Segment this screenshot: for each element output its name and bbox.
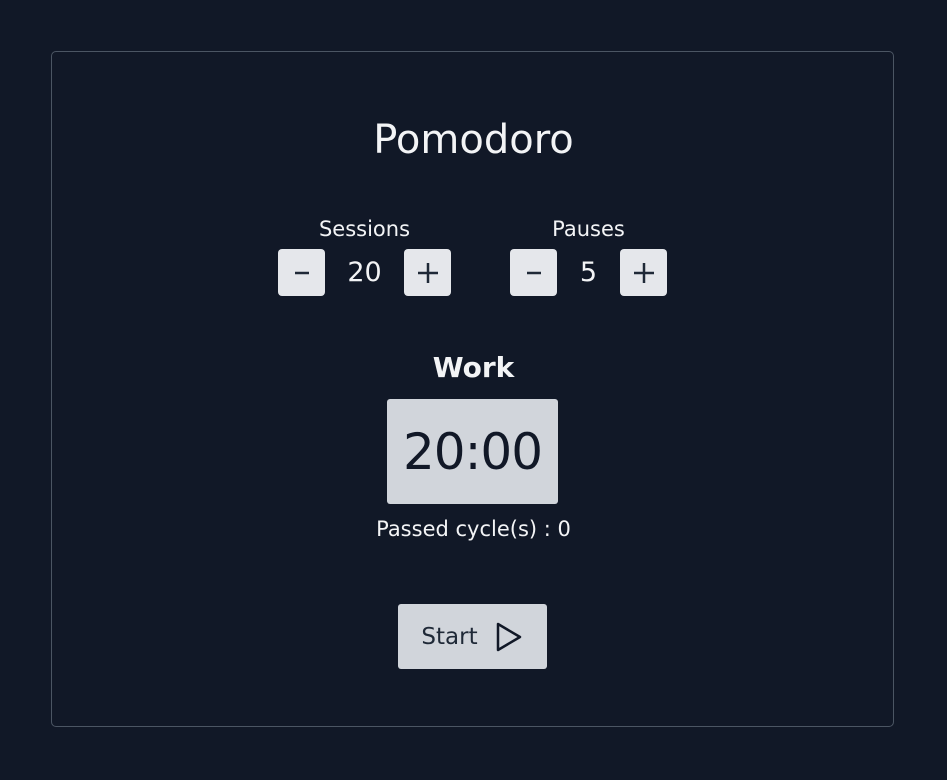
pauses-decrement-button[interactable]: [510, 249, 557, 296]
start-button-label: Start: [421, 623, 478, 650]
sessions-label: Sessions: [318, 217, 411, 241]
timer-text: 20:00: [402, 422, 543, 481]
sessions-stepper: 20: [278, 249, 451, 296]
pauses-label: Pauses: [552, 217, 625, 241]
play-icon: [496, 622, 521, 651]
sessions-increment-button[interactable]: [404, 249, 451, 296]
timer-display: 20:00: [387, 399, 558, 504]
start-button[interactable]: Start: [398, 604, 547, 669]
plus-icon: [417, 262, 438, 283]
pauses-control: Pauses 5: [510, 214, 667, 296]
sessions-decrement-button[interactable]: [278, 249, 325, 296]
pauses-stepper: 5: [510, 249, 667, 296]
timer-mode-label: Work: [432, 351, 515, 384]
plus-icon: [633, 262, 654, 283]
minus-icon: [294, 271, 309, 274]
sessions-value: 20: [347, 257, 382, 288]
page-title: Pomodoro: [373, 117, 574, 163]
pauses-value: 5: [579, 257, 598, 288]
minus-icon: [526, 271, 541, 274]
sessions-control: Sessions 20: [278, 214, 451, 296]
passed-cycles-text: Passed cycle(s) : 0: [376, 517, 571, 541]
pauses-increment-button[interactable]: [620, 249, 667, 296]
